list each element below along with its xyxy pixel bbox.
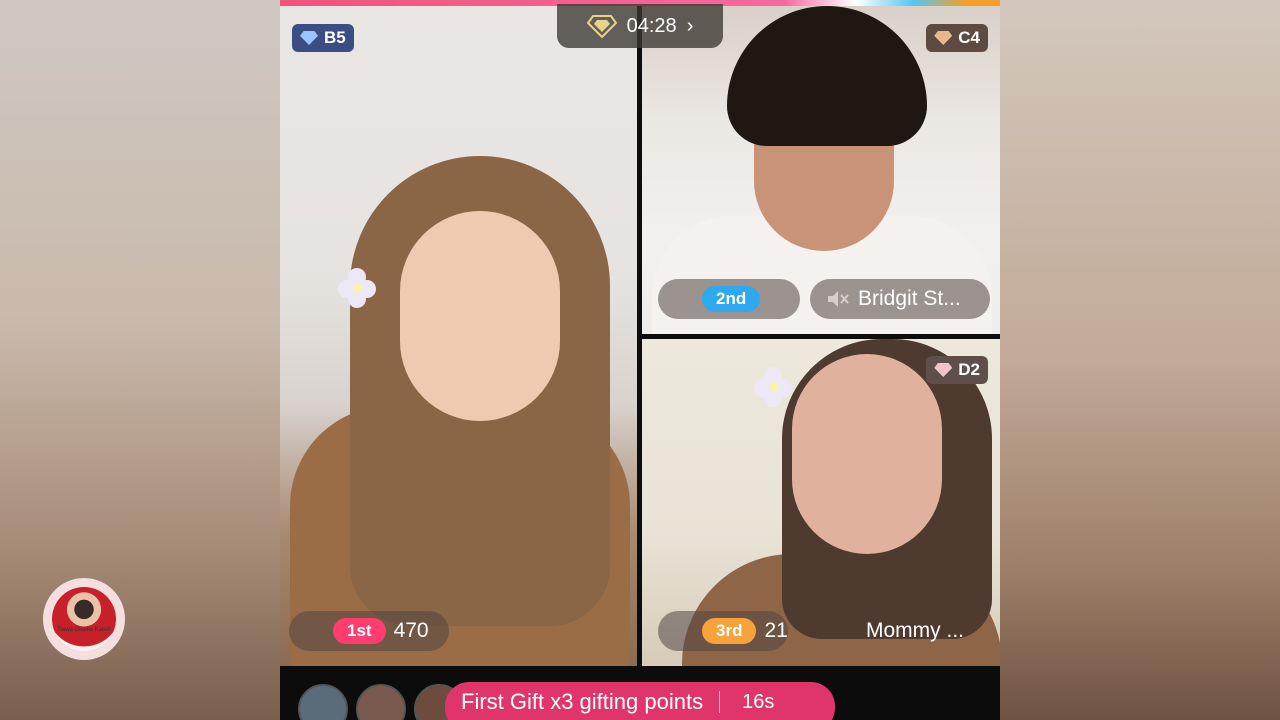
gift-countdown: 16s bbox=[742, 690, 775, 713]
gem-icon bbox=[934, 31, 953, 45]
host-avatar[interactable]: Tiawa Giselle Kaisin bbox=[43, 578, 125, 660]
participant-1-badge: B5 bbox=[292, 24, 354, 52]
background-left bbox=[0, 0, 280, 720]
divider bbox=[719, 691, 721, 713]
gift-banner-text: First Gift x3 gifting points bbox=[461, 689, 704, 714]
participant-3-rank: 3rd 21 bbox=[658, 611, 788, 651]
participant-2-hair bbox=[727, 6, 927, 146]
participant-tile-1[interactable] bbox=[280, 6, 637, 666]
participant-3-badge: D2 bbox=[926, 356, 988, 384]
mute-icon bbox=[826, 289, 850, 309]
gift-banner[interactable]: First Gift x3 gifting points 16s bbox=[445, 682, 835, 720]
host-avatar-image: Tiawa Giselle Kaisin bbox=[52, 587, 116, 651]
diamond-icon bbox=[586, 14, 617, 39]
battle-timer[interactable]: 04:28 › bbox=[557, 4, 723, 48]
badge-label: B5 bbox=[324, 28, 346, 47]
score-text: 470 bbox=[393, 619, 429, 642]
badge-label: C4 bbox=[958, 28, 980, 47]
background-right bbox=[1000, 0, 1280, 720]
gem-icon bbox=[300, 31, 318, 45]
timer-text: 04:28 bbox=[626, 14, 677, 37]
rank-tag: 1st bbox=[333, 618, 386, 644]
rank-tag: 3rd bbox=[702, 618, 757, 644]
participant-2-name[interactable]: Bridgit St... bbox=[810, 279, 990, 319]
flower-icon bbox=[338, 268, 378, 308]
participant-name: Bridgit St... bbox=[858, 287, 961, 310]
host-avatar-caption: Tiawa Giselle Kaisin bbox=[57, 627, 111, 633]
rank-tag: 2nd bbox=[702, 286, 761, 312]
badge-label: D2 bbox=[958, 360, 980, 379]
participant-3-face bbox=[792, 354, 942, 554]
participant-1-face bbox=[400, 211, 560, 421]
participant-2-badge: C4 bbox=[926, 24, 988, 52]
participant-2-rank: 2nd bbox=[658, 279, 800, 319]
chevron-right-icon: › bbox=[686, 14, 694, 37]
participant-1-rank: 1st 470 bbox=[289, 611, 449, 651]
live-screen: 04:28 › B5 C4 D2 1st 470 2nd 3rd 21 Brid bbox=[280, 0, 1000, 720]
score-text: 21 bbox=[764, 619, 788, 642]
participant-name: Mommy ... bbox=[866, 619, 964, 642]
gem-icon bbox=[934, 363, 953, 377]
participant-3-name[interactable]: Mommy ... bbox=[850, 611, 990, 651]
flower-icon bbox=[754, 367, 794, 407]
